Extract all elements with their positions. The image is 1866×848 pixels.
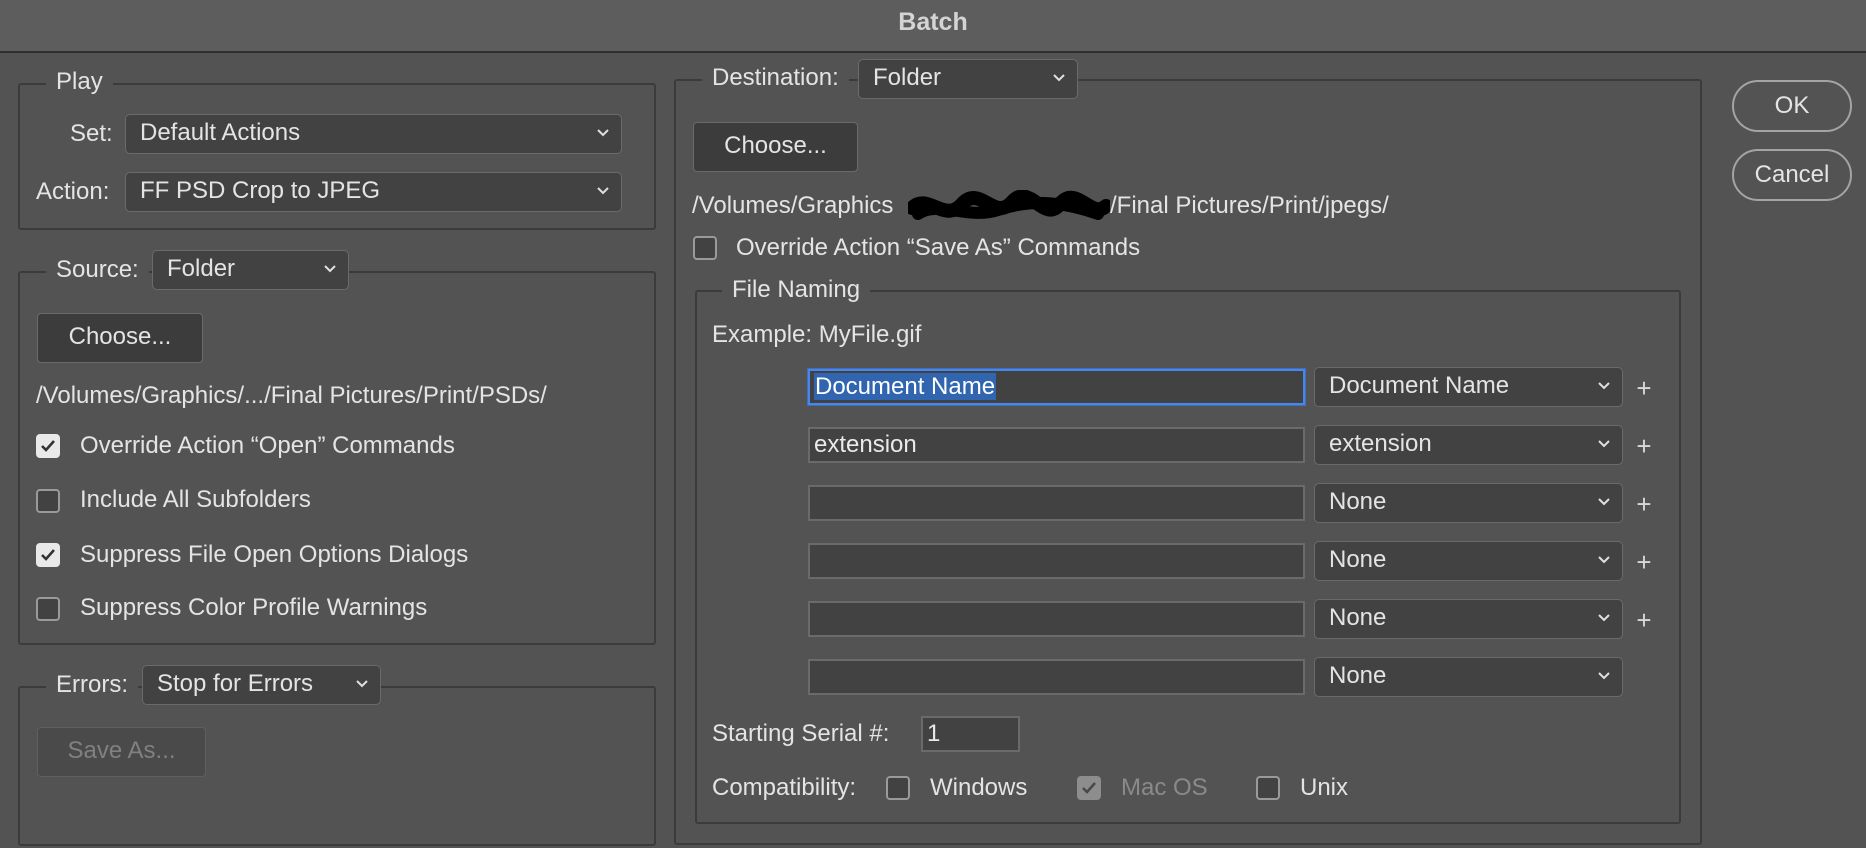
chevron-down-icon [1053, 74, 1065, 82]
naming-field-3[interactable] [808, 485, 1305, 521]
naming-select-6[interactable]: None [1314, 657, 1623, 697]
naming-field-1-text: Document Name [814, 373, 997, 400]
set-label: Set: [70, 120, 113, 147]
errors-select-value: Stop for Errors [157, 670, 314, 697]
override-save-as-label: Override Action “Save As” Commands [736, 234, 1141, 261]
chevron-down-icon [1598, 440, 1610, 448]
chevron-down-icon [1598, 556, 1610, 564]
naming-select-4-value: None [1329, 546, 1387, 573]
naming-field-6[interactable] [808, 659, 1305, 695]
naming-field-1[interactable]: Document Name [808, 369, 1305, 405]
title-bar: Batch [0, 0, 1866, 53]
set-select-value: Default Actions [140, 119, 301, 146]
ok-button[interactable]: OK [1732, 80, 1852, 132]
errors-label: Errors: [46, 670, 138, 700]
checkmark-icon [41, 549, 55, 561]
serial-input-value: 1 [927, 720, 941, 747]
chevron-down-icon [1598, 672, 1610, 680]
add-row-button-1[interactable]: + [1632, 373, 1656, 403]
destination-path-start: /Volumes/Graphics [692, 192, 894, 219]
source-select[interactable]: Folder [152, 250, 349, 290]
naming-field-2-text: extension [814, 431, 917, 458]
unix-label: Unix [1300, 774, 1349, 801]
suppress-color-warnings-checkbox[interactable] [36, 597, 60, 621]
chevron-down-icon [1598, 498, 1610, 506]
action-select-value: FF PSD Crop to JPEG [140, 177, 381, 204]
macos-label: Mac OS [1121, 774, 1208, 801]
set-select[interactable]: Default Actions [125, 114, 622, 154]
add-row-button-4[interactable]: + [1632, 547, 1656, 577]
redaction-scribble [908, 190, 1110, 220]
unix-checkbox[interactable] [1256, 776, 1280, 800]
chevron-down-icon [1598, 614, 1610, 622]
naming-select-4[interactable]: None [1314, 541, 1623, 581]
naming-select-5[interactable]: None [1314, 599, 1623, 639]
cancel-button[interactable]: Cancel [1732, 149, 1852, 201]
naming-select-1-value: Document Name [1329, 372, 1510, 399]
add-row-button-5[interactable]: + [1632, 605, 1656, 635]
chevron-down-icon [597, 187, 609, 195]
naming-select-2-value: extension [1329, 430, 1432, 457]
serial-input[interactable]: 1 [921, 716, 1020, 752]
source-select-value: Folder [167, 255, 236, 282]
naming-select-5-value: None [1329, 604, 1387, 631]
add-row-button-2[interactable]: + [1632, 431, 1656, 461]
chevron-down-icon [597, 129, 609, 137]
errors-select[interactable]: Stop for Errors [142, 665, 381, 705]
windows-checkbox[interactable] [886, 776, 910, 800]
destination-select-value: Folder [873, 64, 942, 91]
source-label: Source: [46, 255, 149, 285]
destination-label: Destination: [702, 63, 849, 93]
macos-checkbox[interactable] [1077, 776, 1101, 800]
checkmark-icon [1082, 782, 1096, 794]
add-row-button-3[interactable]: + [1632, 489, 1656, 519]
chevron-down-icon [1598, 382, 1610, 390]
serial-label: Starting Serial #: [712, 720, 890, 747]
naming-select-3[interactable]: None [1314, 483, 1623, 523]
compatibility-label: Compatibility: [712, 774, 857, 801]
destination-path-end: /Final Pictures/Print/jpegs/ [1110, 192, 1389, 219]
source-path: /Volumes/Graphics/.../Final Pictures/Pri… [36, 382, 547, 409]
destination-select[interactable]: Folder [858, 59, 1078, 99]
naming-select-3-value: None [1329, 488, 1387, 515]
source-choose-button[interactable]: Choose... [37, 313, 203, 363]
windows-label: Windows [930, 774, 1028, 801]
naming-select-1[interactable]: Document Name [1314, 367, 1623, 407]
checkmark-icon [41, 440, 55, 452]
destination-choose-button[interactable]: Choose... [693, 122, 858, 172]
override-open-label: Override Action “Open” Commands [80, 432, 455, 459]
chevron-down-icon [356, 680, 368, 688]
suppress-open-dialogs-label: Suppress File Open Options Dialogs [80, 541, 469, 568]
include-subfolders-label: Include All Subfolders [80, 486, 311, 513]
naming-field-2[interactable]: extension [808, 427, 1305, 463]
errors-save-as-button[interactable]: Save As... [37, 727, 206, 777]
action-select[interactable]: FF PSD Crop to JPEG [125, 172, 622, 212]
file-naming-legend: File Naming [722, 275, 871, 305]
override-save-as-checkbox[interactable] [693, 236, 717, 260]
override-open-checkbox[interactable] [36, 434, 60, 458]
naming-field-4[interactable] [808, 543, 1305, 579]
suppress-color-warnings-label: Suppress Color Profile Warnings [80, 594, 428, 621]
play-legend: Play [46, 67, 113, 97]
naming-field-5[interactable] [808, 601, 1305, 637]
naming-select-2[interactable]: extension [1314, 425, 1623, 465]
file-naming-example: Example: MyFile.gif [712, 321, 922, 348]
chevron-down-icon [324, 265, 336, 273]
action-label: Action: [36, 178, 110, 205]
window-title: Batch [898, 8, 968, 36]
include-subfolders-checkbox[interactable] [36, 489, 60, 513]
naming-select-6-value: None [1329, 662, 1387, 689]
suppress-open-dialogs-checkbox[interactable] [36, 543, 60, 567]
